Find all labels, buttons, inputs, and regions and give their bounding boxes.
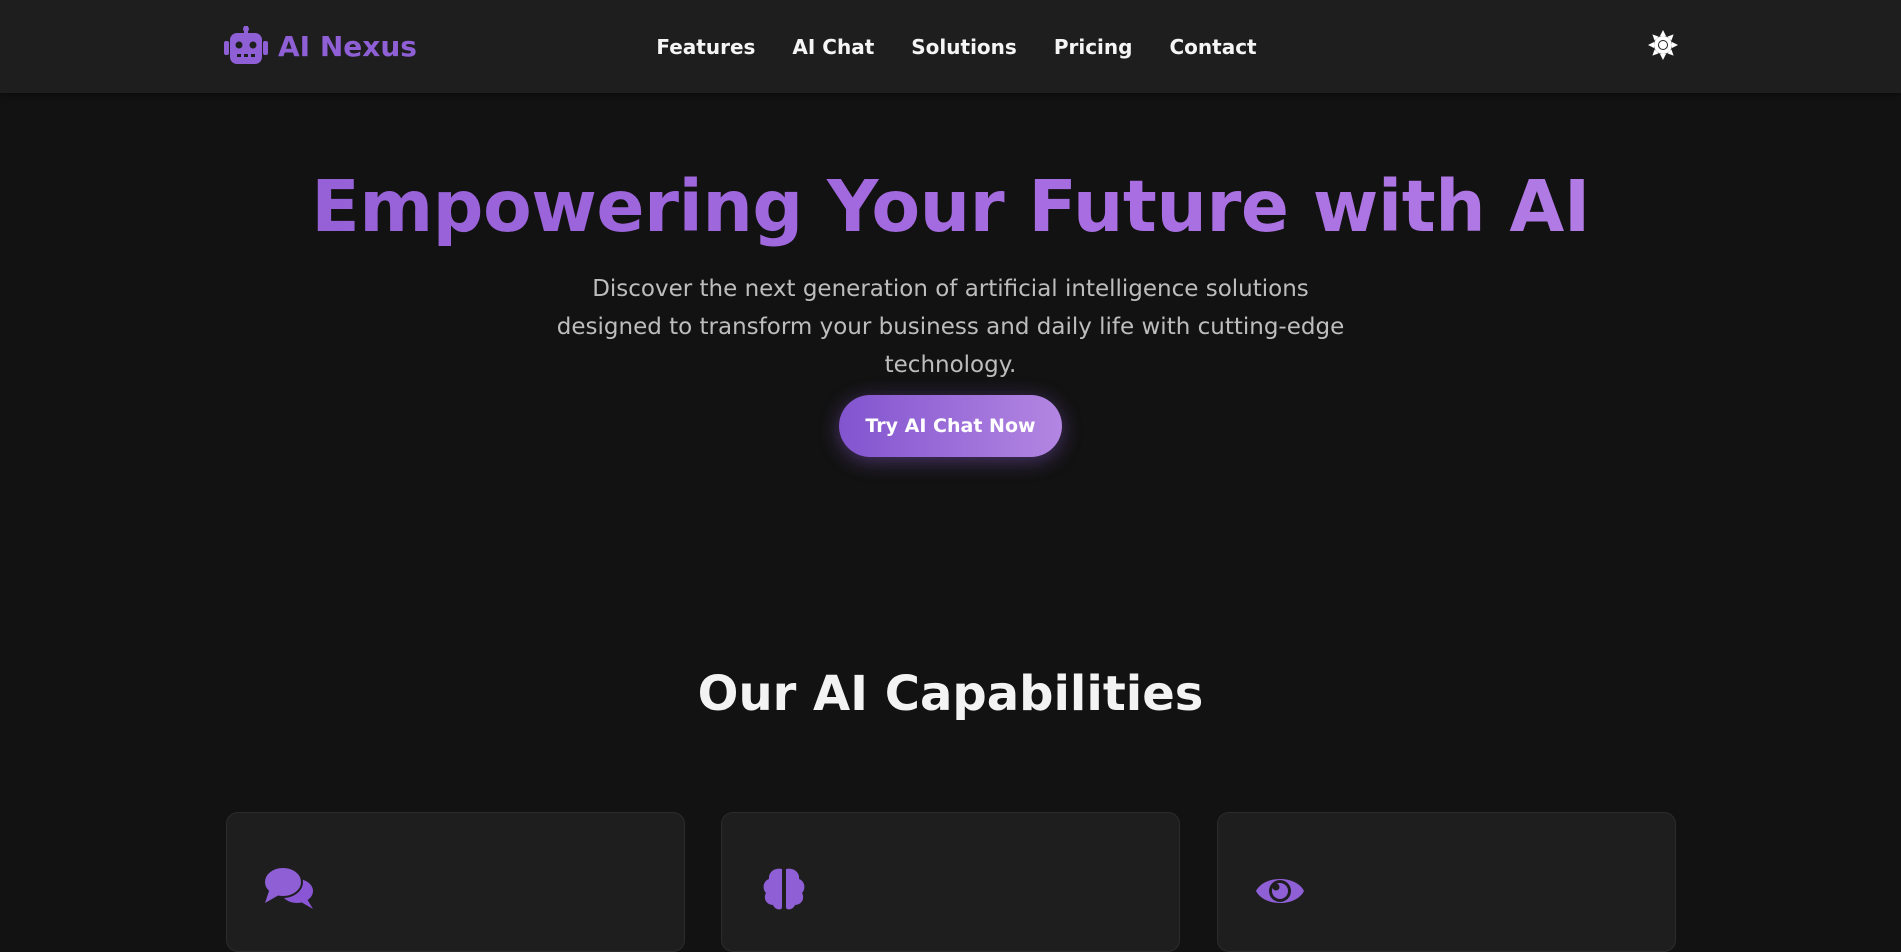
- capability-card-chat[interactable]: [226, 812, 685, 952]
- capability-card-vision[interactable]: [1217, 812, 1676, 952]
- nav-link-contact[interactable]: Contact: [1169, 35, 1256, 59]
- navbar: AI Nexus Features AI Chat Solutions Pric…: [0, 0, 1901, 93]
- sun-icon[interactable]: [1648, 30, 1678, 60]
- eye-icon: [1256, 879, 1304, 903]
- capabilities-title: Our AI Capabilities: [697, 666, 1204, 722]
- nav-link-features[interactable]: Features: [656, 35, 755, 59]
- brain-icon: [763, 868, 805, 910]
- try-ai-chat-button[interactable]: Try AI Chat Now: [839, 395, 1062, 457]
- hero-subtitle: Discover the next generation of artifici…: [556, 276, 1345, 378]
- nav-link-solutions[interactable]: Solutions: [911, 35, 1017, 59]
- hero-title: Empowering Your Future with AI: [0, 162, 1901, 252]
- comments-icon: [263, 866, 313, 909]
- capability-card-brain[interactable]: [721, 812, 1180, 952]
- main-nav: Features AI Chat Solutions Pricing Conta…: [0, 0, 1901, 93]
- nav-link-pricing[interactable]: Pricing: [1054, 35, 1133, 59]
- nav-link-ai-chat[interactable]: AI Chat: [792, 35, 874, 59]
